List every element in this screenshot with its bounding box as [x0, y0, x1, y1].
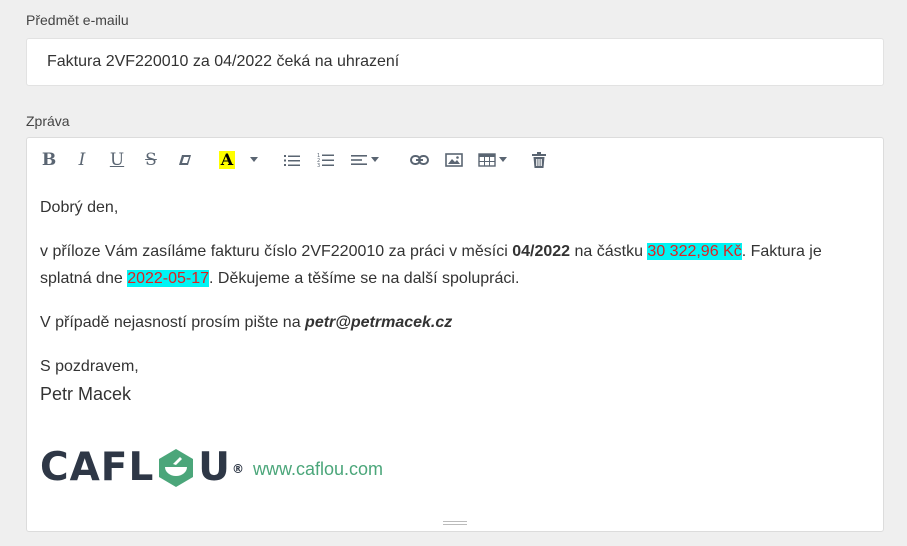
subject-label: Předmět e-mailu [26, 12, 129, 28]
svg-text:3: 3 [317, 163, 320, 167]
table-dropdown-chevron-icon[interactable] [499, 157, 507, 162]
resize-handle[interactable] [443, 521, 467, 527]
invoice-text-part: na částku [570, 243, 648, 260]
signature-name: Petr Macek [40, 384, 132, 404]
table-icon [478, 153, 496, 167]
image-icon [445, 153, 463, 167]
invoice-paragraph: v příloze Vám zasíláme fakturu číslo 2VF… [40, 238, 870, 292]
closing-text: S pozdravem, [40, 358, 139, 375]
due-date: 2022-05-17 [127, 270, 210, 287]
message-content[interactable]: Dobrý den, v příloze Vám zasíláme faktur… [40, 194, 870, 408]
logo-url[interactable]: www.caflou.com [253, 459, 383, 480]
bullet-list-icon [284, 154, 300, 166]
invoice-text-part: . Děkujeme a těšíme se na další spoluprá… [209, 270, 520, 287]
highlight-icon: A [219, 150, 235, 169]
logo-text-after: U [198, 445, 231, 490]
link-icon [410, 155, 429, 165]
underline-button[interactable]: U [109, 150, 125, 170]
table-button[interactable] [478, 150, 496, 170]
bold-button[interactable]: B [41, 150, 57, 170]
bullet-list-button[interactable] [284, 150, 300, 170]
contact-text: V případě nejasností prosím pište na [40, 314, 306, 331]
eraser-icon [179, 155, 191, 165]
strikethrough-button[interactable]: S [143, 150, 159, 170]
strikethrough-icon: S [145, 150, 157, 170]
underline-icon: U [109, 150, 125, 170]
highlight-dropdown-chevron-icon[interactable] [250, 157, 258, 162]
trash-icon [531, 152, 546, 168]
message-label: Zpráva [26, 113, 70, 129]
numbered-list-button[interactable]: 1 2 3 [317, 150, 334, 170]
registered-mark: ® [231, 462, 245, 476]
logo-text-before: CAFL [40, 445, 155, 490]
align-button[interactable] [351, 150, 367, 170]
invoice-month: 04/2022 [512, 243, 571, 260]
subject-input[interactable] [26, 38, 884, 86]
contact-email: petr@petrmacek.cz [305, 314, 453, 331]
numbered-list-icon: 1 2 3 [317, 153, 334, 167]
bold-icon: B [41, 150, 57, 170]
caflou-o-icon [159, 449, 194, 487]
invoice-text-part: v příloze Vám zasíláme fakturu číslo 2VF… [40, 243, 513, 260]
italic-button[interactable]: I [75, 150, 89, 170]
invoice-amount: 30 322,96 Kč [647, 243, 742, 260]
caflou-wordmark: CAFL U ® [40, 443, 245, 493]
editor-toolbar: B I U S A 1 2 3 [27, 138, 883, 182]
image-button[interactable] [445, 150, 463, 170]
message-editor[interactable]: B I U S A 1 2 3 Dobrý den, v příloze Vám… [26, 137, 884, 532]
align-dropdown-chevron-icon[interactable] [371, 157, 379, 162]
delete-button[interactable] [531, 150, 546, 170]
link-button[interactable] [410, 150, 429, 170]
italic-icon: I [78, 150, 86, 170]
contact-paragraph: V případě nejasností prosím pište na pet… [40, 309, 870, 336]
caflou-logo: CAFL U ® www.caflou.com [40, 443, 383, 493]
highlight-button[interactable]: A [218, 150, 236, 170]
align-left-icon [351, 155, 367, 165]
greeting-text: Dobrý den, [40, 199, 119, 216]
clear-format-button[interactable] [177, 150, 193, 170]
